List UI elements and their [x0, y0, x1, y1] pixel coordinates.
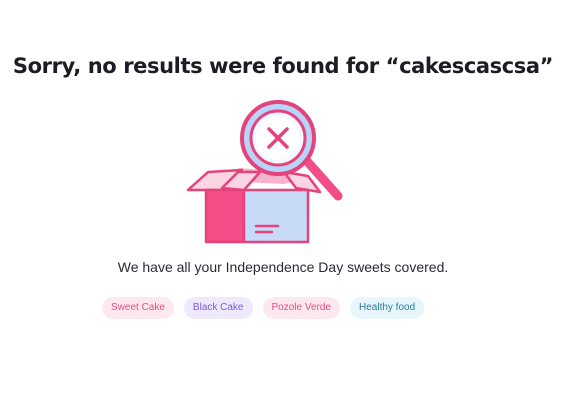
no-results-message: We have all your Independence Day sweets… — [117, 259, 449, 275]
no-results-heading: Sorry, no results were found for “cakesc… — [12, 54, 554, 78]
suggestion-chips: Sweet Cake Black Cake Pozole Verde Healthy … — [102, 297, 425, 319]
chip-sweet-cake[interactable]: Sweet Cake — [102, 297, 174, 319]
chip-black-cake[interactable]: Black Cake — [183, 297, 253, 319]
chip-pozole-verde[interactable]: Pozole Verde — [262, 297, 340, 319]
chip-healthy-food[interactable]: Healthy food — [350, 297, 425, 319]
empty-box-search-icon — [186, 100, 343, 244]
